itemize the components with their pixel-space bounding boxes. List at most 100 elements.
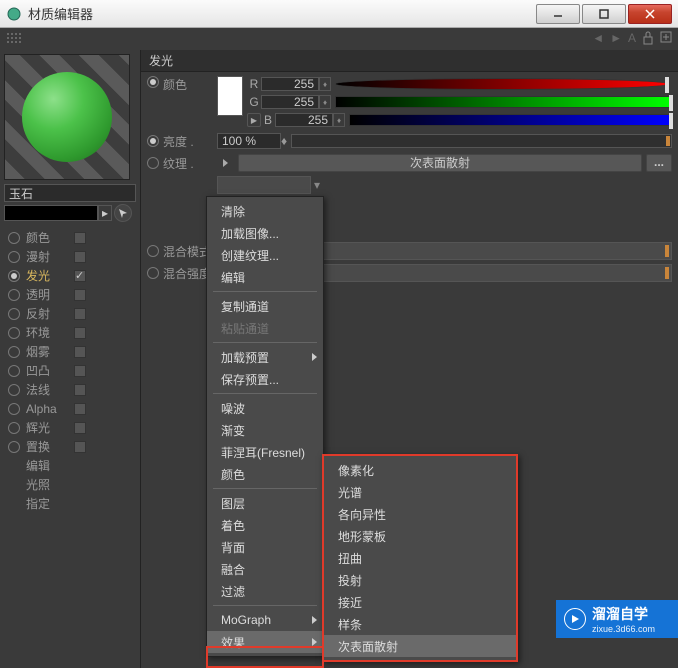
color-radio[interactable] <box>147 76 159 88</box>
channel-radio[interactable] <box>8 346 20 358</box>
channel-透明[interactable]: 透明 <box>0 285 140 304</box>
mixstrength-radio[interactable] <box>147 267 159 279</box>
channel-颜色[interactable]: 颜色 <box>0 228 140 247</box>
effect-item-样条[interactable]: 样条 <box>324 613 516 635</box>
expand-icon[interactable] <box>660 31 672 48</box>
b-value-field[interactable]: 255 <box>275 113 333 127</box>
menu-item-加载图像...[interactable]: 加载图像... <box>207 222 323 244</box>
channel-checkbox[interactable] <box>74 422 86 434</box>
menu-item-MoGraph[interactable]: MoGraph <box>207 609 323 631</box>
channel-checkbox[interactable] <box>74 308 86 320</box>
sampling-select[interactable] <box>217 176 311 194</box>
channel-checkbox[interactable] <box>74 403 86 415</box>
channel-发光[interactable]: 发光 <box>0 266 140 285</box>
channel-radio[interactable] <box>8 270 20 282</box>
channel-radio[interactable] <box>8 441 20 453</box>
brightness-spinner[interactable]: ♦ <box>281 134 287 148</box>
channel-radio[interactable] <box>8 308 20 320</box>
menu-item-创建纹理...[interactable]: 创建纹理... <box>207 244 323 266</box>
channel-法线[interactable]: 法线 <box>0 380 140 399</box>
channel-漫射[interactable]: 漫射 <box>0 247 140 266</box>
menu-item-渐变[interactable]: 渐变 <box>207 419 323 441</box>
effect-item-各向异性[interactable]: 各向异性 <box>324 503 516 525</box>
menu-item-保存预置...[interactable]: 保存预置... <box>207 368 323 390</box>
brightness-value-field[interactable]: 100 % <box>217 133 281 149</box>
menu-item-清除[interactable]: 清除 <box>207 200 323 222</box>
menu-item-颜色[interactable]: 颜色 <box>207 463 323 485</box>
arrow-right-icon[interactable]: ► <box>610 31 622 48</box>
effect-item-地形蒙板[interactable]: 地形蒙板 <box>324 525 516 547</box>
effect-item-投射[interactable]: 投射 <box>324 569 516 591</box>
channel-radio[interactable] <box>8 251 20 263</box>
menu-item-菲涅耳(Fresnel)[interactable]: 菲涅耳(Fresnel) <box>207 441 323 463</box>
channel-checkbox[interactable] <box>74 441 86 453</box>
effect-item-扭曲[interactable]: 扭曲 <box>324 547 516 569</box>
r-spinner[interactable]: ♦ <box>319 77 331 91</box>
channel-checkbox[interactable] <box>74 384 86 396</box>
menu-item-加载预置[interactable]: 加载预置 <box>207 346 323 368</box>
channel-凹凸[interactable]: 凹凸 <box>0 361 140 380</box>
channel-radio[interactable] <box>8 403 20 415</box>
channel-置换[interactable]: 置换 <box>0 437 140 456</box>
menu-item-噪波[interactable]: 噪波 <box>207 397 323 419</box>
channel-辉光[interactable]: 辉光 <box>0 418 140 437</box>
channel-radio[interactable] <box>8 289 20 301</box>
menu-item-过滤[interactable]: 过滤 <box>207 580 323 602</box>
brightness-radio[interactable] <box>147 135 159 147</box>
maximize-button[interactable] <box>582 4 626 24</box>
channel-radio[interactable] <box>8 384 20 396</box>
shader-arrow-button[interactable]: ▸ <box>98 205 112 221</box>
effect-item-光谱[interactable]: 光谱 <box>324 481 516 503</box>
channel-checkbox[interactable] <box>74 327 86 339</box>
channel-反射[interactable]: 反射 <box>0 304 140 323</box>
arrow-left-icon[interactable]: ◄ <box>592 31 604 48</box>
channel-checkbox[interactable] <box>74 365 86 377</box>
mixmode-radio[interactable] <box>147 245 159 257</box>
color-swatch[interactable] <box>217 76 243 116</box>
lock-icon[interactable] <box>642 31 654 48</box>
channel-checkbox[interactable] <box>74 270 86 282</box>
texture-radio[interactable] <box>147 157 159 169</box>
menu-item-复制通道[interactable]: 复制通道 <box>207 295 323 317</box>
subchannel-指定[interactable]: 指定 <box>0 494 140 513</box>
channel-checkbox[interactable] <box>74 251 86 263</box>
menu-item-编辑[interactable]: 编辑 <box>207 266 323 288</box>
menu-item-融合[interactable]: 融合 <box>207 558 323 580</box>
subchannel-光照[interactable]: 光照 <box>0 475 140 494</box>
channel-radio[interactable] <box>8 422 20 434</box>
effect-item-接近[interactable]: 接近 <box>324 591 516 613</box>
channel-checkbox[interactable] <box>74 346 86 358</box>
close-button[interactable] <box>628 4 672 24</box>
b-slider[interactable] <box>349 114 672 126</box>
subchannel-编辑[interactable]: 编辑 <box>0 456 140 475</box>
channel-Alpha[interactable]: Alpha <box>0 399 140 418</box>
channel-radio[interactable] <box>8 232 20 244</box>
menu-item-着色[interactable]: 着色 <box>207 514 323 536</box>
channel-radio[interactable] <box>8 327 20 339</box>
menu-item-效果[interactable]: 效果 <box>207 631 323 653</box>
r-value-field[interactable]: 255 <box>261 77 319 91</box>
effect-item-次表面散射[interactable]: 次表面散射 <box>324 635 516 657</box>
brightness-slider[interactable] <box>291 134 672 148</box>
minimize-button[interactable] <box>536 4 580 24</box>
channel-checkbox[interactable] <box>74 232 86 244</box>
menu-item-图层[interactable]: 图层 <box>207 492 323 514</box>
text-icon[interactable]: A <box>628 31 636 48</box>
material-preview[interactable] <box>4 54 130 180</box>
texture-button[interactable]: 次表面散射 <box>238 154 642 172</box>
g-slider[interactable] <box>335 96 672 108</box>
texture-browse-button[interactable]: ... <box>646 154 672 172</box>
g-value-field[interactable]: 255 <box>261 95 319 109</box>
b-spinner[interactable]: ♦ <box>333 113 345 127</box>
channel-烟雾[interactable]: 烟雾 <box>0 342 140 361</box>
channel-环境[interactable]: 环境 <box>0 323 140 342</box>
material-name-field[interactable]: 玉石 <box>4 184 136 202</box>
shader-swatch[interactable] <box>4 205 98 221</box>
picker-tool-button[interactable] <box>114 204 132 222</box>
channel-radio[interactable] <box>8 365 20 377</box>
g-spinner[interactable]: ♦ <box>319 95 331 109</box>
channel-checkbox[interactable] <box>74 289 86 301</box>
r-slider[interactable] <box>335 78 668 90</box>
hsv-arrow-button[interactable]: ▶ <box>247 113 261 127</box>
effect-item-像素化[interactable]: 像素化 <box>324 459 516 481</box>
